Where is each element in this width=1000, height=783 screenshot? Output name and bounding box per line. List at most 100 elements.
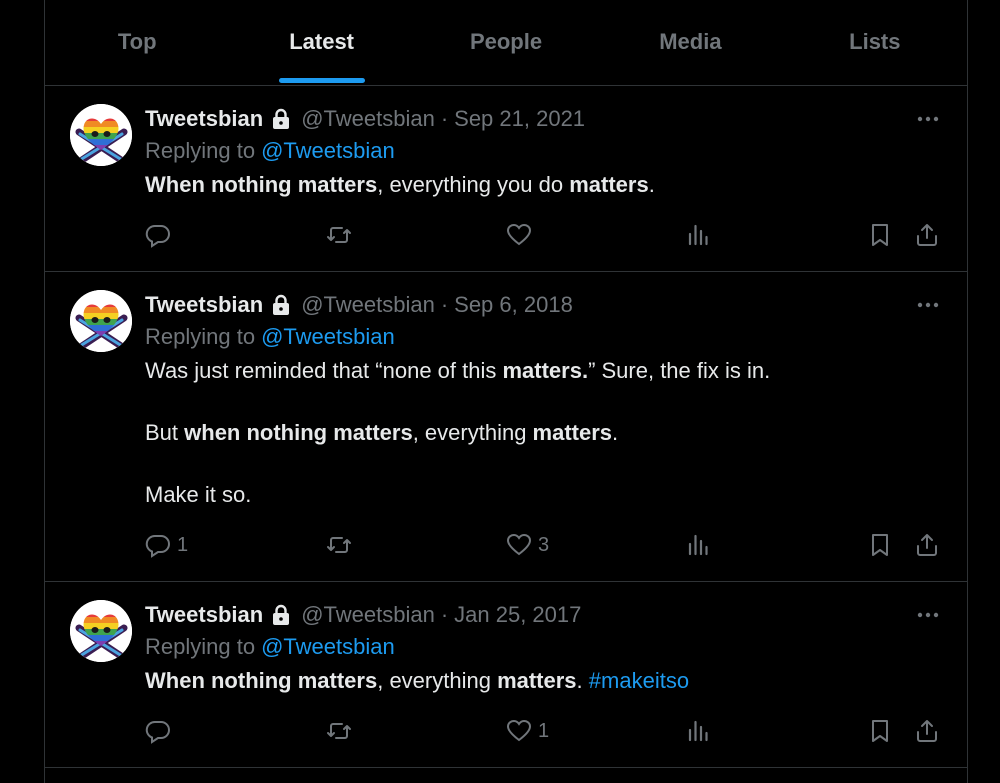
tab-media[interactable]: Media: [598, 0, 782, 85]
tweet-date[interactable]: Jan 25, 2017: [454, 601, 581, 629]
text-bold: matters: [497, 668, 577, 693]
tweet-content: Tweetsbian @Tweetsbian · Sep 6, 2018 Rep…: [145, 290, 947, 512]
lock-icon: [273, 604, 290, 625]
replying-to-mention[interactable]: @Tweetsbian: [261, 323, 395, 351]
text: , everything: [377, 668, 498, 693]
reply-button[interactable]: [145, 718, 177, 744]
share-icon: [917, 720, 937, 742]
timeline-column: Top Latest People Media Lists Tweetsbian…: [44, 0, 968, 783]
text: , everything you do: [377, 172, 570, 197]
views-button[interactable]: [686, 718, 712, 744]
reply-bubble-icon: [145, 534, 170, 558]
like-button[interactable]: 3: [506, 532, 549, 558]
tweet-text: Was just reminded that “none of this mat…: [145, 354, 947, 512]
display-name[interactable]: Tweetsbian: [145, 291, 263, 319]
tweet-actions: [145, 220, 947, 250]
separator-dot: ·: [440, 106, 449, 131]
tweet-text: When nothing matters, everything you do …: [145, 168, 947, 202]
tab-lists[interactable]: Lists: [783, 0, 967, 85]
tweet-date[interactable]: Sep 21, 2021: [454, 105, 585, 133]
text: ” Sure, the fix is in.: [588, 358, 771, 383]
reply-button[interactable]: [145, 222, 177, 248]
share-button[interactable]: [914, 532, 940, 558]
hashtag-link[interactable]: #makeitso: [589, 668, 689, 693]
rainbow-heart-skull-crossbones-avatar: [70, 600, 132, 662]
bookmark-icon: [872, 224, 888, 246]
retweet-icon: [327, 537, 351, 553]
separator-dot: ·: [440, 292, 449, 317]
tweet-content: Tweetsbian @Tweetsbian · Jan 25, 2017 Re…: [145, 600, 947, 698]
replying-to-label: Replying to: [145, 138, 256, 163]
replying-to-mention[interactable]: @Tweetsbian: [261, 633, 395, 661]
more-dots-icon[interactable]: [915, 602, 941, 634]
share-button[interactable]: [914, 718, 940, 744]
text: , everything: [412, 420, 533, 445]
share-icon: [917, 224, 937, 246]
views-bars-icon: [688, 534, 708, 556]
replying-to: Replying to @Tweetsbian: [145, 630, 947, 664]
views-button[interactable]: [686, 222, 712, 248]
tab-top-label: Top: [117, 28, 157, 54]
retweet-button[interactable]: [326, 222, 352, 248]
like-button[interactable]: 1: [506, 718, 549, 744]
views-button[interactable]: [686, 532, 712, 558]
bookmark-button[interactable]: [867, 718, 893, 744]
replying-to-label: Replying to: [145, 324, 256, 349]
tweet-actions: 1 3: [145, 530, 947, 560]
tab-people-label: People: [469, 28, 543, 54]
bookmark-icon: [872, 534, 888, 556]
avatar[interactable]: [70, 290, 132, 352]
bookmark-icon: [872, 720, 888, 742]
replying-to-mention[interactable]: @Tweetsbian: [261, 137, 395, 165]
tweet-header: Tweetsbian @Tweetsbian · Sep 21, 2021: [145, 104, 947, 134]
retweet-button[interactable]: [326, 532, 352, 558]
views-bars-icon: [688, 720, 708, 742]
active-tab-indicator: [278, 78, 365, 83]
text: But: [145, 420, 185, 445]
bookmark-button[interactable]: [867, 532, 893, 558]
lock-icon: [273, 294, 290, 315]
text: .: [648, 172, 655, 197]
display-name[interactable]: Tweetsbian: [145, 601, 263, 629]
avatar[interactable]: [70, 600, 132, 662]
tab-top[interactable]: Top: [45, 0, 229, 85]
tweet-content: Tweetsbian @Tweetsbian · Sep 21, 2021 Re…: [145, 104, 947, 202]
like-button[interactable]: [506, 222, 538, 248]
tweet-date[interactable]: Sep 6, 2018: [454, 291, 573, 319]
reply-button[interactable]: 1: [145, 532, 188, 558]
handle[interactable]: @Tweetsbian: [301, 601, 435, 629]
replying-to-label: Replying to: [145, 634, 256, 659]
rainbow-heart-skull-crossbones-avatar: [70, 290, 132, 352]
retweet-button[interactable]: [326, 718, 352, 744]
search-tabs: Top Latest People Media Lists: [45, 0, 967, 86]
retweet-icon: [327, 227, 351, 243]
tweet-actions: 1: [145, 716, 947, 746]
reply-bubble-icon: [145, 224, 170, 248]
tweet[interactable]: Tweetsbian @Tweetsbian · Sep 6, 2018 Rep…: [45, 272, 967, 582]
avatar[interactable]: [70, 104, 132, 166]
tab-people[interactable]: People: [414, 0, 598, 85]
handle[interactable]: @Tweetsbian: [301, 291, 435, 319]
display-name[interactable]: Tweetsbian: [145, 105, 263, 133]
heart-icon: [506, 533, 532, 556]
tweet[interactable]: Tweetsbian @Tweetsbian · Sep 21, 2021 Re…: [45, 86, 967, 272]
replying-to: Replying to @Tweetsbian: [145, 134, 947, 168]
rainbow-heart-skull-crossbones-avatar: [70, 104, 132, 166]
like-count: 1: [538, 719, 550, 742]
text-bold: when nothing matters: [184, 420, 413, 445]
lock-icon: [273, 108, 290, 129]
tweet-header: Tweetsbian @Tweetsbian · Jan 25, 2017: [145, 600, 947, 630]
tweet[interactable]: Tweetsbian @Tweetsbian · Jan 25, 2017 Re…: [45, 582, 967, 768]
tab-latest[interactable]: Latest: [229, 0, 413, 85]
handle[interactable]: @Tweetsbian: [301, 105, 435, 133]
share-button[interactable]: [914, 222, 940, 248]
more-dots-icon[interactable]: [915, 292, 941, 324]
text: .: [576, 668, 589, 693]
more-dots-icon[interactable]: [915, 106, 941, 138]
tweet-text: When nothing matters, everything matters…: [145, 664, 947, 698]
text: Make it so.: [145, 482, 252, 507]
tab-lists-label: Lists: [849, 28, 901, 54]
text-bold: When nothing matters: [145, 668, 378, 693]
bookmark-button[interactable]: [867, 222, 893, 248]
views-bars-icon: [688, 224, 708, 246]
